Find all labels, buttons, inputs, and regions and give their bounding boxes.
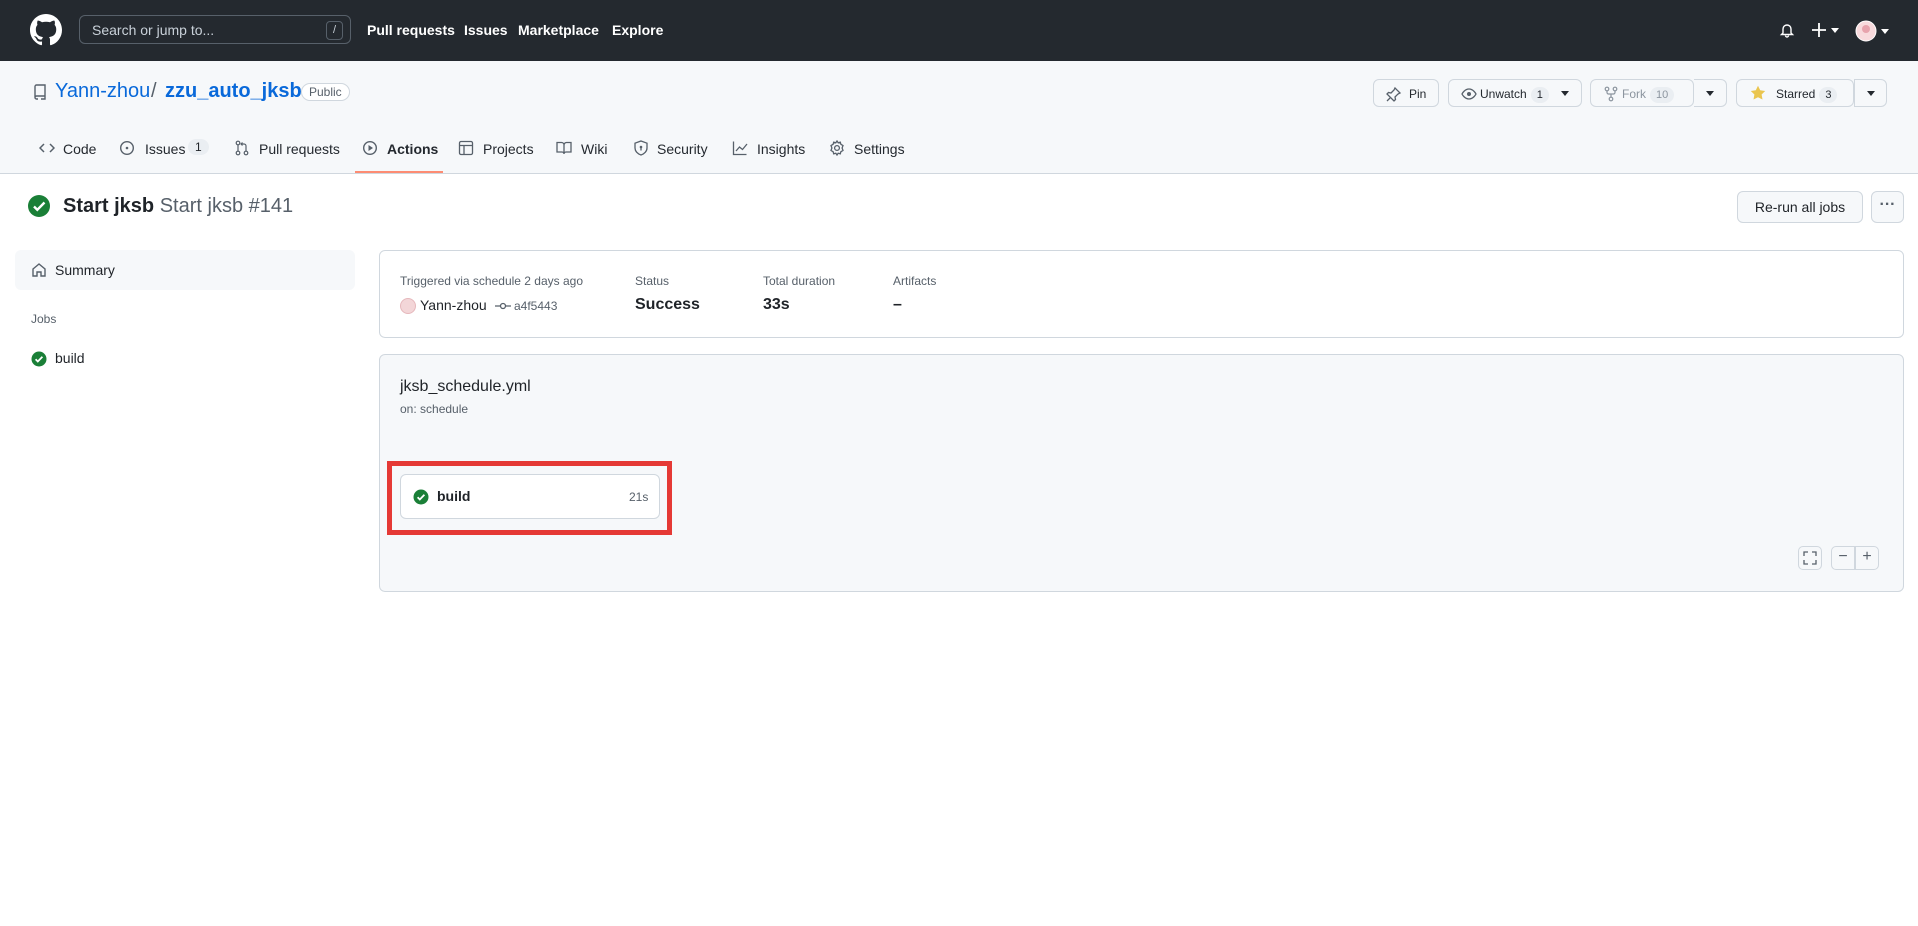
pin-button[interactable]: Pin (1373, 79, 1439, 107)
github-logo-icon[interactable] (30, 14, 62, 46)
repo-header (0, 61, 1918, 174)
book-icon (556, 141, 572, 155)
sidebar-summary-label: Summary (55, 262, 115, 278)
check-circle-icon (31, 351, 47, 367)
issues-count-badge: 1 (188, 139, 209, 155)
nav-explore[interactable]: Explore (612, 22, 663, 38)
search-placeholder: Search or jump to... (92, 22, 215, 38)
trigger-label: Triggered via schedule 2 days ago (400, 274, 583, 288)
active-tab-indicator (355, 171, 443, 173)
zoom-out-button[interactable]: − (1831, 546, 1855, 570)
actor-link[interactable]: Yann-zhou (420, 297, 487, 313)
job-card-label: build (437, 488, 471, 504)
nav-pull-requests[interactable]: Pull requests (367, 22, 455, 38)
run-summary-card (379, 250, 1904, 338)
watch-button[interactable]: Unwatch 1 (1448, 79, 1582, 107)
duration-label: Total duration (763, 274, 836, 288)
fork-caret-icon (1706, 91, 1714, 96)
duration-value: 33s (763, 296, 790, 313)
zoom-in-button[interactable]: + (1855, 546, 1879, 570)
status-label: Status (635, 274, 670, 288)
tab-pull-requests[interactable]: Pull requests (259, 141, 340, 157)
table-icon (458, 140, 474, 156)
artifacts-value: – (893, 296, 902, 313)
user-menu[interactable] (1855, 20, 1891, 42)
actor-avatar (400, 298, 416, 314)
check-circle-icon (413, 489, 429, 505)
play-icon (362, 140, 378, 156)
pin-icon (1386, 86, 1402, 102)
tab-code[interactable]: Code (63, 141, 96, 157)
fork-dropdown-button[interactable] (1694, 79, 1727, 107)
watch-count: 1 (1530, 87, 1549, 103)
gear-icon (830, 140, 844, 156)
tab-issues[interactable]: Issues (145, 141, 185, 157)
tab-actions[interactable]: Actions (387, 141, 438, 157)
star-label: Starred 3 (1776, 87, 1838, 103)
nav-marketplace[interactable]: Marketplace (518, 22, 599, 38)
artifacts-label: Artifacts (893, 274, 937, 288)
star-button[interactable]: Starred 3 (1736, 79, 1854, 107)
create-new-button[interactable] (1811, 20, 1841, 40)
plus-icon (1812, 23, 1839, 37)
eye-icon (1461, 88, 1477, 100)
repo-owner-link[interactable]: Yann-zhou (55, 80, 150, 103)
tab-settings[interactable]: Settings (854, 141, 905, 157)
tab-wiki[interactable]: Wiki (581, 141, 607, 157)
graph-icon (732, 141, 748, 156)
visibility-badge: Public (301, 83, 350, 101)
workflow-trigger: on: schedule (400, 402, 469, 416)
run-name: Start jksb #141 (159, 195, 294, 217)
nav-issues[interactable]: Issues (464, 22, 508, 38)
star-caret-icon (1867, 91, 1875, 96)
tab-insights[interactable]: Insights (757, 141, 805, 157)
repo-path-separator: / (151, 80, 157, 102)
fullscreen-icon (1803, 551, 1817, 565)
tab-projects[interactable]: Projects (483, 141, 534, 157)
job-card-duration: 21s (629, 490, 649, 504)
issue-opened-icon (119, 140, 135, 156)
repo-icon (34, 84, 46, 100)
fork-icon (1604, 86, 1618, 102)
fork-label: Fork 10 (1622, 87, 1675, 103)
search-shortcut-badge: / (326, 21, 343, 40)
run-success-icon (28, 195, 50, 217)
fullscreen-button[interactable] (1798, 546, 1822, 570)
run-workflow-name: Start jksb (63, 195, 155, 217)
pin-label: Pin (1409, 87, 1427, 101)
star-count: 3 (1819, 87, 1838, 103)
fork-button[interactable]: Fork 10 (1590, 79, 1694, 107)
rerun-all-jobs-button[interactable]: Re-run all jobs (1737, 191, 1863, 223)
home-icon (32, 263, 46, 277)
run-title: Start jksb Start jksb #141 (63, 195, 293, 218)
more-options-button[interactable]: ··· (1871, 191, 1904, 223)
workflow-file-name: jksb_schedule.yml (400, 378, 531, 395)
code-icon (39, 143, 55, 153)
star-dropdown-button[interactable] (1854, 79, 1887, 107)
watch-caret-icon (1561, 91, 1569, 96)
avatar (1855, 20, 1889, 42)
search-input[interactable]: Search or jump to... / (79, 15, 351, 44)
jobs-heading: Jobs (31, 312, 57, 326)
shield-icon (634, 140, 648, 156)
commit-sha-link[interactable]: a4f5443 (514, 299, 557, 313)
status-value: Success (635, 296, 700, 313)
bell-icon[interactable] (1779, 22, 1795, 38)
tab-security[interactable]: Security (657, 141, 708, 157)
star-filled-icon (1750, 85, 1766, 100)
fork-count: 10 (1650, 87, 1675, 103)
watch-label: Unwatch 1 (1480, 87, 1549, 103)
pull-request-icon (235, 140, 249, 156)
repo-name-link[interactable]: zzu_auto_jksb (165, 80, 302, 103)
git-commit-icon (495, 302, 511, 310)
sidebar-job-build[interactable]: build (55, 350, 85, 366)
